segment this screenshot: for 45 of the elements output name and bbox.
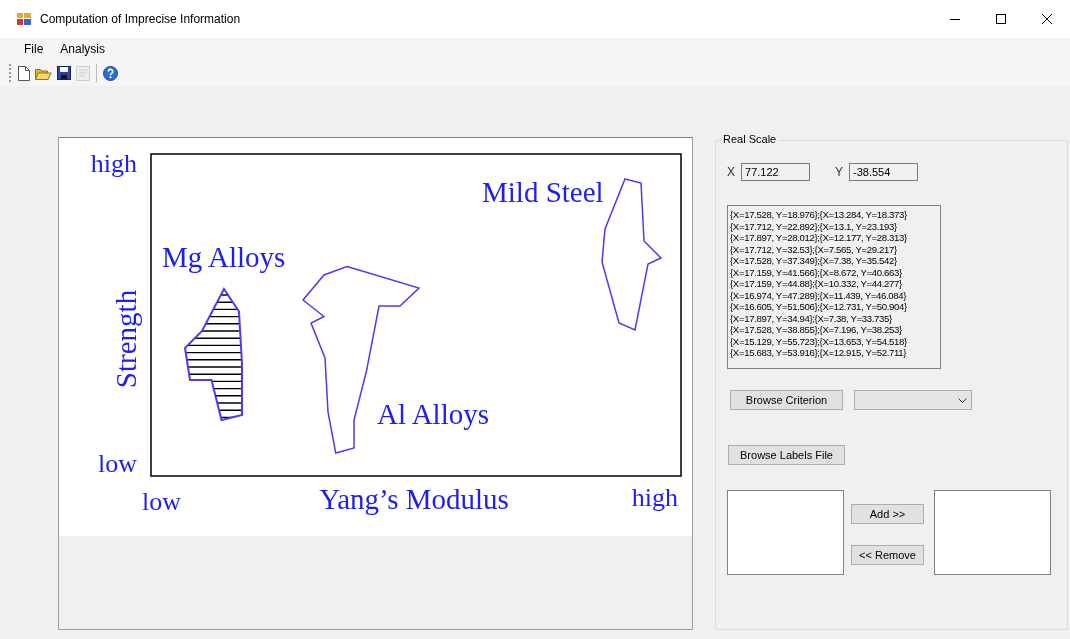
list-item[interactable]: {X=17.528, Y=37.349};{X=7.38, Y=35.542} (730, 255, 897, 267)
y-field[interactable]: -38.554 (849, 163, 919, 181)
list-item[interactable]: {X=17.897, Y=34.94};{X=7.38, Y=33.735} (730, 312, 892, 324)
minimize-icon[interactable] (950, 18, 960, 20)
maximize-icon[interactable] (996, 14, 1006, 24)
list-item[interactable]: {X=17.897, Y=28.012};{X=12.177, Y=28.313} (730, 232, 907, 244)
window-title: Computation of Imprecise Information (40, 12, 242, 26)
browse-criterion-button[interactable]: Browse Criterion (730, 390, 843, 410)
list-item[interactable]: {X=15.683, Y=53.916};{X=12.915, Y=52.711} (730, 347, 907, 359)
app-icon (17, 13, 31, 25)
region-label: Al Alloys (377, 398, 489, 430)
selected-list[interactable] (934, 490, 1051, 575)
axis-label: low (142, 487, 181, 516)
new-file-icon[interactable] (18, 65, 30, 81)
points-list[interactable] (727, 205, 941, 369)
list-item[interactable]: {X=17.712, Y=22.892};{X=13.1, Y=23.193} (730, 220, 897, 232)
list-item[interactable]: {X=17.712, Y=32.53};{X=7.565, Y=29.217} (730, 243, 897, 255)
axis-title: Yang’s Modulus (319, 483, 509, 515)
axis-label: high (90, 149, 137, 178)
region-label: Mg Alloys (162, 241, 286, 273)
axis-label: high (631, 483, 678, 512)
list-item[interactable]: {X=17.159, Y=44.88};{X=10.332, Y=44.277} (730, 278, 902, 290)
remove-button[interactable]: << Remove (851, 545, 924, 565)
group-title: Real Scale (721, 133, 779, 145)
x-label: X (727, 165, 735, 179)
list-item[interactable]: {X=17.528, Y=38.855};{X=7.196, Y=38.253} (730, 324, 902, 336)
open-folder-icon[interactable] (35, 66, 52, 80)
close-icon[interactable] (1042, 14, 1052, 24)
list-item[interactable]: {X=17.159, Y=41.566};{X=8.672, Y=40.663} (730, 266, 902, 278)
axis-label: low (98, 449, 137, 478)
add-button[interactable]: Add >> (851, 504, 924, 524)
browse-labels-button[interactable]: Browse Labels File (728, 445, 845, 465)
region-label: Mild Steel (482, 176, 604, 208)
x-field[interactable]: 77.122 (741, 163, 810, 181)
menu-item[interactable]: Analysis (52, 42, 115, 56)
menu-item[interactable]: File (16, 42, 53, 56)
y-label: Y (835, 165, 844, 179)
chevron-down-icon (958, 397, 967, 403)
list-item[interactable]: {X=16.974, Y=47.289};{X=11.439, Y=46.084} (730, 289, 907, 301)
axis-title: Strength (110, 289, 142, 389)
list-item[interactable]: {X=17.528, Y=18.976};{X=13.284, Y=18.373} (730, 209, 907, 221)
list-item[interactable]: {X=16.605, Y=51.506};{X=12.731, Y=50.904} (730, 301, 907, 313)
labels-list[interactable] (727, 490, 844, 575)
help-icon[interactable] (103, 65, 118, 81)
list-item[interactable]: {X=15.129, Y=55.723};{X=13.653, Y=54.518} (730, 335, 907, 347)
